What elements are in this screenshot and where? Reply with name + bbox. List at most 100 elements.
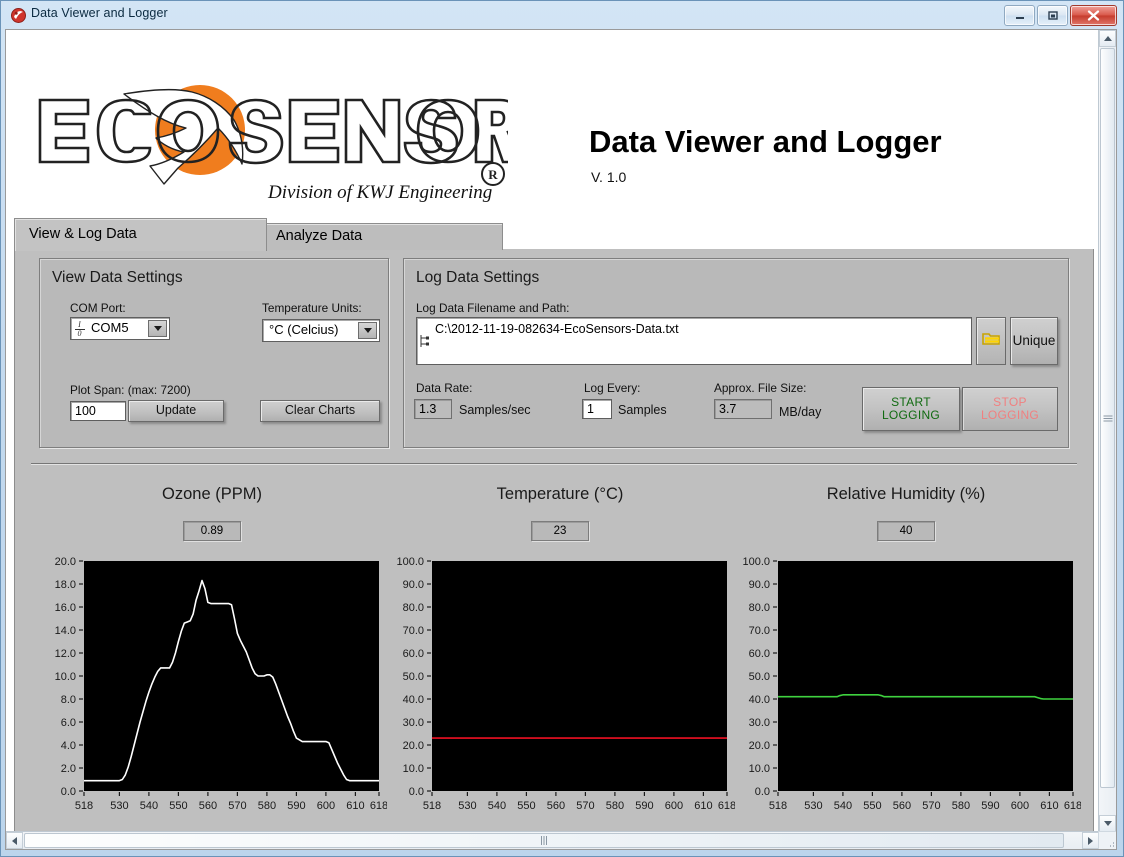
svg-text:550: 550 [863,800,881,812]
svg-text:610: 610 [1040,800,1058,812]
view-data-settings-group: View Data Settings COM Port: I0 COM5 Tem… [39,258,389,448]
chart-temperature-plot[interactable]: 0.010.020.030.040.050.060.070.080.090.01… [385,555,735,815]
svg-text:590: 590 [981,800,999,812]
svg-text:530: 530 [458,800,476,812]
chart-humidity-indicator: 40 [877,521,935,541]
file-size-value: 3.7 [714,399,772,419]
svg-text:0.0: 0.0 [409,786,424,798]
svg-text:618: 618 [1064,800,1081,812]
file-size-units: MB/day [779,405,821,419]
data-rate-units: Samples/sec [459,403,531,417]
svg-text:560: 560 [547,800,565,812]
svg-text:610: 610 [694,800,712,812]
svg-text:80.0: 80.0 [403,602,424,614]
scroll-down-button[interactable] [1099,815,1116,832]
svg-text:530: 530 [804,800,822,812]
log-path-value: C:\2012-11-19-082634-EcoSensors-Data.txt [435,322,679,336]
svg-text:14.0: 14.0 [55,625,76,637]
title-bar: Data Viewer and Logger [1,1,1123,29]
svg-text:Division of KWJ Engineering: Division of KWJ Engineering [267,182,492,202]
temperature-units-select[interactable]: °C (Celcius) [262,319,380,342]
svg-text:40.0: 40.0 [403,694,424,706]
svg-text:90.0: 90.0 [403,579,424,591]
chart-ozone-title: Ozone (PPM) [37,485,387,504]
scroll-up-button[interactable] [1099,30,1116,47]
svg-text:570: 570 [228,800,246,812]
vertical-scroll-thumb[interactable] [1100,48,1115,788]
clear-charts-button[interactable]: Clear Charts [260,400,380,422]
svg-text:518: 518 [75,800,93,812]
app-icon [11,8,26,23]
close-button[interactable] [1070,5,1117,26]
svg-text:20.0: 20.0 [749,740,770,752]
log-settings-title: Log Data Settings [416,269,539,287]
chart-temperature-title: Temperature (°C) [385,485,735,504]
svg-text:50.0: 50.0 [403,671,424,683]
svg-text:580: 580 [606,800,624,812]
tab-view-log-data[interactable]: View & Log Data [14,218,267,251]
svg-text:570: 570 [576,800,594,812]
svg-text:50.0: 50.0 [749,671,770,683]
svg-text:10.0: 10.0 [403,763,424,775]
tab-panel-view-log-data: View Data Settings COM Port: I0 COM5 Tem… [14,249,1094,832]
chevron-down-icon[interactable] [148,320,167,337]
scroll-right-button[interactable] [1082,832,1099,849]
svg-text:2.0: 2.0 [61,763,76,775]
grip-icon [541,832,548,850]
chevron-right-icon [1088,837,1093,845]
svg-text:610: 610 [346,800,364,812]
view-settings-title: View Data Settings [52,269,183,287]
unique-button[interactable]: Unique [1010,317,1058,365]
svg-text:20.0: 20.0 [55,556,76,568]
chevron-left-icon [12,837,17,845]
window-title: Data Viewer and Logger [31,6,168,20]
svg-text:560: 560 [893,800,911,812]
maximize-button[interactable] [1037,5,1068,26]
svg-text:518: 518 [423,800,441,812]
window-controls [1004,5,1117,26]
data-rate-value: 1.3 [414,399,452,419]
section-divider [31,463,1077,465]
chart-ozone-plot[interactable]: 0.02.04.06.08.010.012.014.016.018.020.05… [37,555,387,815]
vertical-scrollbar[interactable] [1098,30,1116,832]
log-every-input[interactable]: 1 [582,399,612,419]
log-path-input[interactable]: C:\2012-11-19-082634-EcoSensors-Data.txt [416,317,972,365]
svg-text:70.0: 70.0 [403,625,424,637]
io-glyph-icon: I0 [73,321,86,338]
log-data-settings-group: Log Data Settings Log Data Filename and … [403,258,1069,448]
page-title: Data Viewer and Logger [589,124,942,160]
com-port-select[interactable]: I0 COM5 [70,317,170,340]
svg-text:60.0: 60.0 [403,648,424,660]
svg-text:570: 570 [922,800,940,812]
svg-text:16.0: 16.0 [55,602,76,614]
horizontal-scroll-thumb[interactable] [24,833,1064,848]
stop-logging-button[interactable]: STOP LOGGING [962,387,1058,431]
client-area: R Division of KWJ Engineering Data Viewe… [5,29,1117,850]
browse-folder-button[interactable] [976,317,1006,365]
start-logging-button[interactable]: START LOGGING [862,387,960,431]
svg-text:100.0: 100.0 [396,556,424,568]
update-button[interactable]: Update [128,400,224,422]
file-size-label: Approx. File Size: [714,381,806,395]
svg-text:6.0: 6.0 [61,717,76,729]
scroll-left-button[interactable] [6,832,23,849]
plot-span-input[interactable]: 100 [70,401,126,421]
tab-analyze-data[interactable]: Analyze Data [261,223,503,250]
svg-text:550: 550 [169,800,187,812]
chart-temperature: Temperature (°C) 23 0.010.020.030.040.05… [385,485,735,815]
chevron-down-icon[interactable] [358,322,377,339]
chevron-down-icon [1104,821,1112,826]
tab-bar: View & Log Data Analyze Data [6,218,1100,250]
chart-humidity-plot[interactable]: 0.010.020.030.040.050.060.070.080.090.01… [731,555,1081,815]
minimize-button[interactable] [1004,5,1035,26]
svg-text:0.0: 0.0 [755,786,770,798]
svg-text:70.0: 70.0 [749,625,770,637]
svg-text:100.0: 100.0 [742,556,770,568]
com-port-label: COM Port: [70,301,126,315]
horizontal-scrollbar[interactable] [6,831,1099,849]
svg-text:12.0: 12.0 [55,648,76,660]
temperature-units-label: Temperature Units: [262,301,362,315]
chart-ozone-indicator: 0.89 [183,521,241,541]
stop-logging-line2: LOGGING [981,409,1039,422]
svg-text:R: R [488,167,498,182]
